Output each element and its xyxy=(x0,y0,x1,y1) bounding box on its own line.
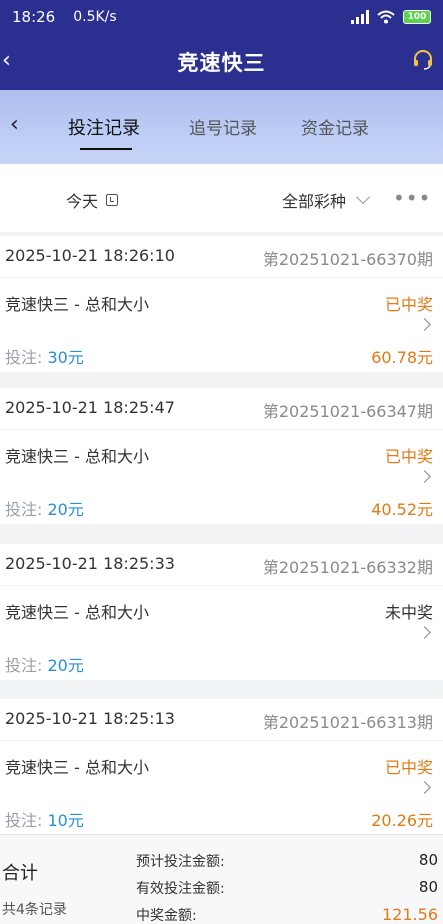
top-header: 18:26 0.5K/s 100 ‹ 竞速快三 xyxy=(0,0,443,90)
record-status: 已中奖 xyxy=(384,295,433,314)
record-bet: 投注: 10元 xyxy=(5,807,84,831)
customer-service-icon[interactable] xyxy=(411,48,435,72)
summary-footer: 合计 共4条记录 预计投注金额: 80 有效投注金额: 80 中奖金额: 121… xyxy=(0,834,443,924)
record-prize: 20.26元 xyxy=(371,811,433,830)
record-period: 第20251021-66370期 xyxy=(262,250,433,269)
bet-record-card[interactable]: 2025-10-21 18:25:13 第20251021-66313期 竞速快… xyxy=(0,699,443,835)
record-bet: 投注: 20元 xyxy=(5,652,84,676)
tab-fund-records[interactable]: 资金记录 xyxy=(301,114,369,139)
record-period: 第20251021-66332期 xyxy=(262,558,433,577)
record-header: 2025-10-21 18:26:10 第20251021-66370期 xyxy=(0,236,443,278)
summary-prize-row: 中奖金额: 121.56 xyxy=(136,905,438,924)
record-header: 2025-10-21 18:25:33 第20251021-66332期 xyxy=(0,544,443,586)
chevron-right-icon xyxy=(418,781,431,794)
back-icon[interactable]: ‹ xyxy=(10,112,19,137)
record-bet-amount: 10元 xyxy=(47,811,84,830)
battery-icon: 100 xyxy=(403,10,431,24)
record-datetime: 2025-10-21 18:26:10 xyxy=(5,246,175,265)
record-game-name: 竞速快三 - 总和大小 xyxy=(5,603,149,622)
record-bet: 投注: 20元 xyxy=(5,496,84,520)
record-bet-label: 投注: xyxy=(5,348,43,367)
summary-valid-value: 80 xyxy=(418,878,438,896)
chevron-right-icon xyxy=(418,626,431,639)
record-header: 2025-10-21 18:25:13 第20251021-66313期 xyxy=(0,699,443,741)
record-datetime: 2025-10-21 18:25:13 xyxy=(5,709,175,728)
wifi-icon xyxy=(377,10,395,24)
summary-expected-value: 80 xyxy=(418,851,438,869)
record-prize: 60.78元 xyxy=(371,348,433,367)
signal-icon xyxy=(351,10,369,24)
tab-chase-records[interactable]: 追号记录 xyxy=(189,114,257,139)
summary-valid-label: 有效投注金额: xyxy=(136,881,225,897)
more-options-icon[interactable]: ••• xyxy=(393,186,431,210)
tab-bet-records[interactable]: 投注记录 xyxy=(68,114,140,140)
record-period: 第20251021-66313期 xyxy=(262,713,433,732)
status-time: 18:26 xyxy=(12,8,56,26)
status-bar: 18:26 0.5K/s 100 xyxy=(0,0,443,34)
bet-record-card[interactable]: 2025-10-21 18:25:33 第20251021-66332期 竞速快… xyxy=(0,544,443,680)
record-bet-amount: 30元 xyxy=(47,348,84,367)
lottery-filter[interactable]: 全部彩种 xyxy=(282,188,371,212)
record-bet-amount: 20元 xyxy=(47,500,84,519)
summary-valid-row: 有效投注金额: 80 xyxy=(136,878,438,898)
record-datetime: 2025-10-21 18:25:47 xyxy=(5,398,175,417)
status-icons: 100 xyxy=(351,10,431,24)
record-bet-label: 投注: xyxy=(5,656,43,675)
filter-bar: 今天 全部彩种 ••• xyxy=(0,164,443,232)
record-header: 2025-10-21 18:25:47 第20251021-66347期 xyxy=(0,388,443,430)
app-bar: ‹ 竞速快三 xyxy=(0,34,443,90)
record-prize: 40.52元 xyxy=(371,500,433,519)
calendar-icon xyxy=(106,194,119,206)
record-game-name: 竞速快三 - 总和大小 xyxy=(5,295,149,314)
bet-record-card[interactable]: 2025-10-21 18:25:47 第20251021-66347期 竞速快… xyxy=(0,388,443,524)
date-filter-label: 今天 xyxy=(66,192,99,211)
summary-prize-value: 121.56 xyxy=(382,905,438,924)
record-datetime: 2025-10-21 18:25:33 xyxy=(5,554,175,573)
bet-record-card[interactable]: 2025-10-21 18:26:10 第20251021-66370期 竞速快… xyxy=(0,236,443,372)
record-bet-amount: 20元 xyxy=(47,656,84,675)
status-net-speed: 0.5K/s xyxy=(73,9,117,25)
record-bet: 投注: 30元 xyxy=(5,344,84,368)
chevron-right-icon xyxy=(418,470,431,483)
record-status: 未中奖 xyxy=(384,603,433,622)
chevron-down-icon xyxy=(355,189,371,205)
record-game-name: 竞速快三 - 总和大小 xyxy=(5,447,149,466)
chevron-right-icon xyxy=(418,318,431,331)
page-title: 竞速快三 xyxy=(177,51,266,75)
app-back-icon[interactable]: ‹ xyxy=(2,48,11,73)
summary-expected-label: 预计投注金额: xyxy=(136,854,225,870)
record-bet-label: 投注: xyxy=(5,811,43,830)
record-bet-label: 投注: xyxy=(5,500,43,519)
summary-expected-row: 预计投注金额: 80 xyxy=(136,851,438,871)
record-status: 已中奖 xyxy=(384,447,433,466)
record-tabs: ‹ 投注记录 追号记录 资金记录 xyxy=(0,90,443,164)
record-status: 已中奖 xyxy=(384,758,433,777)
active-tab-indicator xyxy=(80,148,132,150)
summary-prize-label: 中奖金额: xyxy=(136,908,197,924)
record-period: 第20251021-66347期 xyxy=(262,402,433,421)
date-filter[interactable]: 今天 xyxy=(66,188,119,212)
record-game-name: 竞速快三 - 总和大小 xyxy=(5,758,149,777)
lottery-filter-label: 全部彩种 xyxy=(282,192,347,211)
summary-total-label: 合计 xyxy=(2,863,38,884)
summary-record-count: 共4条记录 xyxy=(2,902,67,918)
